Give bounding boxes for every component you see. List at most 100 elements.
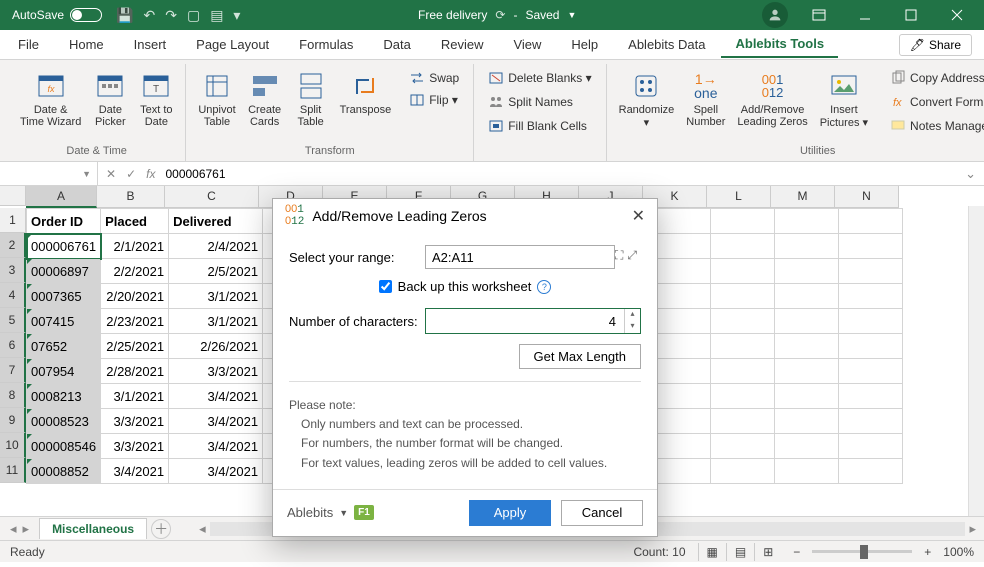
cell[interactable]: 3/4/2021 — [169, 409, 263, 434]
row-header[interactable]: 7 — [0, 358, 26, 383]
convert-formulas-button[interactable]: fxConvert Formulas ▾ — [884, 92, 984, 112]
cell[interactable] — [775, 384, 839, 409]
cell[interactable] — [711, 434, 775, 459]
date-picker-button[interactable]: Date Picker — [89, 68, 131, 130]
tab-page-layout[interactable]: Page Layout — [182, 32, 283, 57]
tab-insert[interactable]: Insert — [120, 32, 181, 57]
cell[interactable]: 0008213 — [27, 384, 101, 409]
tab-data[interactable]: Data — [369, 32, 424, 57]
cell[interactable] — [839, 209, 903, 234]
cell[interactable] — [711, 209, 775, 234]
spinner-up-icon[interactable]: ▴ — [625, 309, 640, 321]
insert-pictures-button[interactable]: Insert Pictures ▾ — [816, 68, 872, 131]
cell[interactable]: 00008523 — [27, 409, 101, 434]
user-avatar[interactable] — [762, 2, 788, 28]
copy-address-button[interactable]: Copy Address ▾ — [884, 68, 984, 88]
split-names-button[interactable]: Split Names — [482, 92, 597, 112]
cancel-formula-icon[interactable]: ✕ — [106, 167, 116, 181]
row-header[interactable]: 10 — [0, 433, 26, 458]
chevron-down-icon[interactable]: ▼ — [567, 10, 576, 20]
cell[interactable]: 3/3/2021 — [101, 434, 169, 459]
cell[interactable] — [711, 284, 775, 309]
toggle-switch[interactable] — [70, 8, 102, 22]
spinner-down-icon[interactable]: ▾ — [625, 321, 640, 333]
cell[interactable]: 2/25/2021 — [101, 334, 169, 359]
autosave-toggle[interactable]: AutoSave — [12, 8, 102, 22]
spell-number-button[interactable]: 1→oneSpell Number — [682, 68, 729, 130]
sheet-tab[interactable]: Miscellaneous — [39, 518, 147, 539]
row-header[interactable]: 4 — [0, 283, 26, 308]
cell[interactable]: 2/20/2021 — [101, 284, 169, 309]
tab-view[interactable]: View — [499, 32, 555, 57]
numchars-spinner[interactable]: ▴▾ — [624, 309, 640, 333]
cell[interactable] — [711, 334, 775, 359]
cell[interactable] — [839, 384, 903, 409]
cell[interactable] — [711, 459, 775, 484]
expand-formula-bar-icon[interactable]: ⌄ — [957, 166, 984, 182]
column-header[interactable]: L — [707, 186, 771, 208]
zoom-in-button[interactable]: + — [924, 545, 931, 559]
unpivot-table-button[interactable]: Unpivot Table — [194, 68, 239, 130]
cell[interactable]: 000008546 — [27, 434, 101, 459]
numchars-input[interactable] — [426, 309, 624, 333]
cell[interactable]: 3/3/2021 — [101, 409, 169, 434]
row-header[interactable]: 8 — [0, 383, 26, 408]
cell[interactable]: Order ID — [27, 209, 101, 234]
qat-icon[interactable]: ▤ — [210, 7, 223, 24]
backup-checkbox[interactable] — [379, 280, 392, 293]
sheet-nav[interactable]: ◂▸ — [4, 521, 35, 537]
cell[interactable] — [711, 384, 775, 409]
cell[interactable] — [775, 434, 839, 459]
undo-icon[interactable]: ↶ — [143, 7, 155, 24]
ribbon-options-icon[interactable] — [796, 0, 842, 30]
flip-button[interactable]: Flip ▾ — [403, 90, 465, 110]
cell[interactable] — [775, 284, 839, 309]
ablebits-brand[interactable]: Ablebits ▼ F1 — [287, 505, 374, 520]
expand-range-icon[interactable]: ⤢ — [627, 248, 637, 263]
cell[interactable] — [839, 359, 903, 384]
cell[interactable]: 3/4/2021 — [169, 384, 263, 409]
zoom-level[interactable]: 100% — [943, 545, 974, 559]
formula-value[interactable]: 000006761 — [165, 167, 949, 181]
cell[interactable] — [775, 209, 839, 234]
cell[interactable]: 000006761 — [27, 234, 101, 259]
cell[interactable]: 3/1/2021 — [169, 284, 263, 309]
cell[interactable] — [711, 359, 775, 384]
cell[interactable] — [775, 259, 839, 284]
row-header[interactable]: 9 — [0, 408, 26, 433]
row-header[interactable]: 11 — [0, 458, 26, 483]
row-header[interactable]: 2 — [0, 233, 26, 258]
split-table-button[interactable]: Split Table — [290, 68, 332, 130]
enter-formula-icon[interactable]: ✓ — [126, 167, 136, 181]
sheet-next-icon[interactable]: ▸ — [23, 521, 30, 537]
tab-file[interactable]: File — [4, 32, 53, 57]
cell[interactable]: 2/1/2021 — [101, 234, 169, 259]
randomize-button[interactable]: Randomize ▾ — [615, 68, 679, 131]
cell[interactable]: 00008852 — [27, 459, 101, 484]
range-input[interactable] — [425, 245, 615, 269]
tab-help[interactable]: Help — [557, 32, 612, 57]
tab-ablebits-data[interactable]: Ablebits Data — [614, 32, 719, 57]
f1-help-badge[interactable]: F1 — [354, 505, 374, 520]
fx-icon[interactable]: fx — [146, 167, 155, 181]
cell[interactable] — [711, 259, 775, 284]
select-all-corner[interactable] — [0, 186, 26, 206]
select-range-icon[interactable]: ⛶ — [615, 248, 623, 263]
cancel-button[interactable]: Cancel — [561, 500, 643, 526]
cell[interactable]: 2/23/2021 — [101, 309, 169, 334]
share-button[interactable]: 🖊 Share — [899, 34, 972, 56]
name-box[interactable]: ▼ — [0, 162, 98, 185]
cell[interactable]: 3/1/2021 — [101, 384, 169, 409]
close-button[interactable] — [934, 0, 980, 30]
qat-dropdown-icon[interactable]: ▾ — [233, 7, 240, 24]
cell[interactable]: 3/1/2021 — [169, 309, 263, 334]
cell[interactable]: Placed — [101, 209, 169, 234]
close-icon[interactable]: ✕ — [632, 206, 645, 226]
cell[interactable] — [775, 334, 839, 359]
row-header[interactable]: 3 — [0, 258, 26, 283]
help-icon[interactable]: ? — [537, 280, 551, 294]
apply-button[interactable]: Apply — [469, 500, 551, 526]
create-cards-button[interactable]: Create Cards — [244, 68, 286, 130]
cell[interactable] — [775, 309, 839, 334]
tab-formulas[interactable]: Formulas — [285, 32, 367, 57]
